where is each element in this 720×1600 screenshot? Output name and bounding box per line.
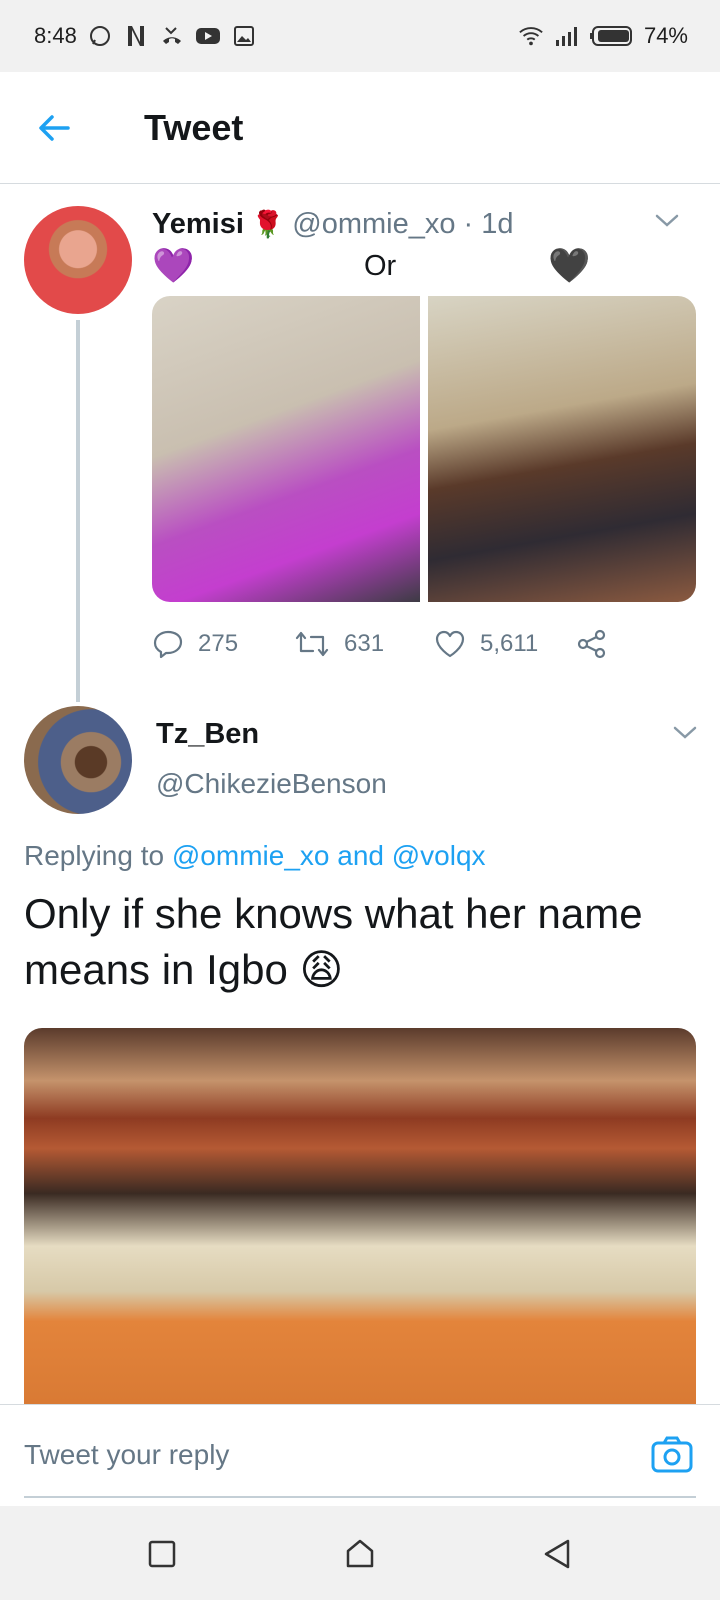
tweet-author-row: Yemisi 🌹 @ommie_xo · 1d bbox=[152, 206, 513, 242]
recents-button[interactable] bbox=[144, 1536, 180, 1572]
camera-icon bbox=[651, 1436, 693, 1473]
replying-and[interactable]: and bbox=[337, 840, 384, 871]
replying-user-link[interactable]: @ommie_xo bbox=[172, 840, 330, 871]
whatsapp-icon bbox=[87, 23, 113, 49]
avatar-yemisi[interactable] bbox=[24, 206, 132, 314]
status-bar: 8:48 74% bbox=[0, 0, 720, 72]
tweet-photo-2[interactable] bbox=[428, 296, 696, 602]
signal-icon bbox=[554, 23, 580, 49]
author-handle[interactable]: @ommie_xo bbox=[292, 206, 455, 242]
tweet-actions: 275 631 5,611 bbox=[152, 622, 692, 666]
retweet-action[interactable]: 631 bbox=[294, 629, 434, 659]
gallery-icon bbox=[231, 23, 257, 49]
weary-face-emoji: 😩 bbox=[299, 946, 344, 993]
replying-to-line: Replying to @ommie_xo and @volqx bbox=[24, 840, 486, 872]
status-time: 8:48 bbox=[34, 23, 77, 48]
avatar-tz-ben[interactable] bbox=[24, 706, 132, 814]
tweet-text-or: Or bbox=[364, 250, 397, 282]
arrow-left-icon bbox=[39, 115, 70, 141]
tweet-time: · 1d bbox=[463, 208, 514, 240]
back-nav-button[interactable] bbox=[540, 1536, 576, 1572]
tweet-photo-1[interactable] bbox=[152, 296, 420, 602]
tweet-text: 💜 Or 🖤 bbox=[152, 246, 692, 286]
author-name[interactable]: Yemisi bbox=[152, 206, 244, 242]
like-count: 5,611 bbox=[480, 630, 539, 657]
back-button[interactable] bbox=[32, 106, 76, 150]
tweet-header: Tweet bbox=[0, 72, 720, 184]
reply-composer: Tweet your reply bbox=[0, 1404, 720, 1506]
netflix-icon bbox=[123, 23, 149, 49]
heart-icon bbox=[435, 630, 465, 658]
retweet-count: 631 bbox=[344, 630, 385, 657]
home-button[interactable] bbox=[342, 1536, 378, 1572]
retweet-icon bbox=[295, 631, 329, 657]
reply-action[interactable]: 275 bbox=[152, 628, 294, 660]
battery-icon bbox=[589, 23, 634, 49]
author-name[interactable]: Tz_Ben bbox=[156, 718, 259, 751]
tweet-text: Only if she knows what her name means in… bbox=[24, 886, 696, 998]
missed-call-icon bbox=[159, 23, 185, 49]
like-action[interactable]: 5,611 bbox=[434, 629, 576, 659]
youtube-icon bbox=[195, 23, 221, 49]
wifi-icon bbox=[518, 23, 544, 49]
chevron-down-icon bbox=[655, 214, 679, 227]
tweet-media[interactable] bbox=[152, 296, 696, 602]
reply-input[interactable]: Tweet your reply bbox=[24, 1439, 229, 1471]
black-heart-emoji: 🖤 bbox=[548, 247, 591, 285]
tweet-menu-button[interactable] bbox=[652, 206, 682, 236]
triangle-back-icon bbox=[544, 1539, 570, 1569]
reply-icon bbox=[153, 630, 183, 659]
replying-user-link[interactable]: @volqx bbox=[392, 840, 486, 871]
chevron-down-icon bbox=[673, 726, 697, 739]
rose-emoji: 🌹 bbox=[251, 209, 285, 239]
page-title: Tweet bbox=[144, 107, 244, 148]
square-icon bbox=[148, 1540, 176, 1568]
author-handle[interactable]: @ChikezieBenson bbox=[156, 768, 387, 800]
reply-count: 275 bbox=[198, 630, 239, 657]
replying-prefix: Replying to bbox=[24, 840, 165, 871]
tweet-menu-button[interactable] bbox=[670, 718, 700, 748]
camera-button[interactable] bbox=[650, 1433, 694, 1477]
reply-underline bbox=[24, 1496, 696, 1498]
home-icon bbox=[346, 1539, 374, 1568]
battery-percent: 74% bbox=[643, 23, 688, 48]
tweet-media-photo[interactable] bbox=[24, 1028, 696, 1404]
system-nav-bar bbox=[0, 1506, 720, 1600]
share-icon bbox=[577, 629, 606, 659]
share-action[interactable] bbox=[576, 628, 608, 660]
thread-connector-line bbox=[76, 320, 80, 702]
purple-heart-emoji: 💜 bbox=[152, 247, 195, 285]
